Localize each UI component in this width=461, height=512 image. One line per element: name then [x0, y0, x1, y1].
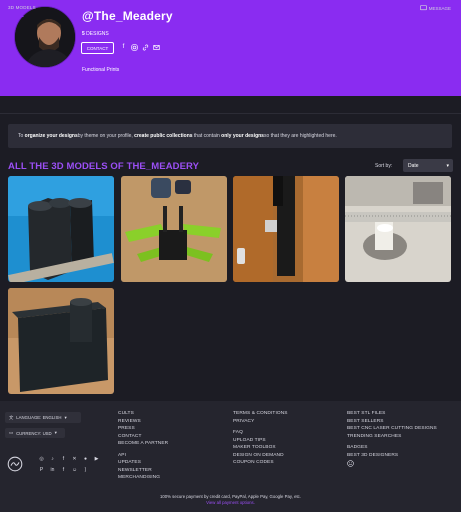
sort-value: Date [408, 162, 419, 169]
footer-link[interactable]: PRESS [118, 425, 168, 433]
youtube-icon[interactable]: ▶ [93, 455, 100, 462]
chevron-down-icon: ▾ [54, 430, 57, 435]
link-icon[interactable] [142, 44, 149, 51]
footer-link[interactable]: BEST CNC LASER CUTTING DESIGNS [347, 425, 437, 433]
rss-icon[interactable]: ) [82, 466, 89, 473]
footer-col-3: BEST STL FILES BEST SELLERS BEST CNC LAS… [347, 410, 437, 471]
footer-social-row-2: P in f ☺ ) [38, 466, 89, 473]
email-icon[interactable] [153, 44, 160, 51]
model-image-1 [8, 176, 114, 282]
facebook-icon[interactable]: f [120, 44, 127, 51]
footer-link[interactable]: API [118, 452, 168, 460]
cults-logo-icon[interactable] [7, 456, 23, 472]
discord-icon[interactable]: ☺ [71, 466, 78, 473]
banner-link-organize[interactable]: organize your designs [25, 133, 78, 139]
footer-col-2: TERMS & CONDITIONS PRIVACY FAQ UPLOAD TI… [233, 410, 288, 467]
x-twitter-icon[interactable]: ✕ [71, 455, 78, 462]
language-selector[interactable]: 文 LANGUAGE: ENGLISH ▾ [5, 412, 81, 423]
footer-link[interactable]: COUPON CODES [233, 459, 288, 467]
footer-link[interactable]: PRIVACY [233, 418, 288, 426]
chevron-down-icon: ▾ [446, 162, 449, 169]
footer-link[interactable]: BECOME A PARTNER [118, 440, 168, 448]
footer-link[interactable]: TRENDING SEARCHES [347, 433, 437, 441]
instagram-icon[interactable]: ◎ [38, 455, 45, 462]
model-card-4[interactable] [345, 176, 451, 282]
footer-link[interactable]: BEST STL FILES [347, 410, 437, 418]
footer-col-1: CULTS REVIEWS PRESS CONTACT BECOME A PAR… [118, 410, 168, 482]
tiktok-icon[interactable]: ♪ [49, 455, 56, 462]
footer-link[interactable]: MERCHANDISING [118, 474, 168, 482]
profile-bio: Functional Prints [82, 67, 120, 73]
message-label: MESSAGE [428, 6, 451, 11]
reddit-icon[interactable]: ● [82, 455, 89, 462]
footer-link[interactable]: BADGES [347, 444, 437, 452]
footer-social-row-1: ◎ ♪ f ✕ ● ▶ [38, 455, 100, 462]
facebook-icon[interactable]: f [60, 455, 67, 462]
model-image-2 [121, 176, 227, 282]
tab-active-indicator [18, 14, 24, 17]
models-section-title: ALL THE 3D MODELS OF THE_MEADERY [8, 161, 200, 172]
banner-link-collections[interactable]: create public collections [134, 133, 192, 139]
model-card-1[interactable] [8, 176, 114, 282]
payment-note: 100% secure payment by credit card, PayP… [160, 494, 301, 499]
footer-link[interactable]: TERMS & CONDITIONS [233, 410, 288, 418]
translate-icon: 文 [9, 414, 14, 420]
username: @The_Meadery [82, 9, 173, 23]
profile-tabbar [0, 96, 461, 114]
footer-link[interactable]: DESIGN ON DEMAND [233, 452, 288, 460]
model-card-2[interactable] [121, 176, 227, 282]
avatar-photo [15, 7, 75, 67]
cash-icon: ▭ [9, 430, 14, 435]
social-links: f [120, 44, 160, 51]
instagram-icon[interactable] [131, 44, 138, 51]
contact-button[interactable]: CONTACT [81, 42, 114, 54]
footer-link[interactable]: BEST SELLERS [347, 418, 437, 426]
footer-link[interactable]: REVIEWS [118, 418, 168, 426]
footer-link[interactable]: CONTACT [118, 433, 168, 441]
model-card-3[interactable] [233, 176, 339, 282]
footer-link[interactable]: MAKER TOOLBOX [233, 444, 288, 452]
sort-label: Sort by: [375, 163, 393, 169]
linkedin-icon[interactable]: in [49, 466, 56, 473]
footer-link[interactable]: NEWSLETTER [118, 467, 168, 475]
facebook-icon-2[interactable]: f [60, 466, 67, 473]
sort-select[interactable]: Date ▾ [403, 159, 453, 172]
footer-link[interactable]: UPDATES [118, 459, 168, 467]
chat-icon [419, 5, 427, 12]
model-image-5 [8, 288, 114, 394]
footer-link[interactable]: FAQ [233, 429, 288, 437]
smiley-icon[interactable] [347, 460, 437, 471]
model-image-3 [233, 176, 339, 282]
message-button[interactable]: MESSAGE [419, 5, 451, 12]
footer-link[interactable]: BEST 3D DESIGNERS [347, 452, 437, 460]
designs-count[interactable]: 5 DESIGNS [82, 31, 109, 37]
model-card-5[interactable] [8, 288, 114, 394]
currency-selector[interactable]: ▭ CURRENCY: USD ▾ [5, 428, 65, 438]
chevron-down-icon: ▾ [64, 414, 67, 420]
payment-options-link[interactable]: View all payment options. [0, 500, 461, 505]
tab-3d-models[interactable]: 3D MODELS [8, 5, 36, 10]
collections-info-banner: To organize your designs by theme on you… [8, 124, 452, 148]
pinterest-icon[interactable]: P [38, 466, 45, 473]
model-image-4 [345, 176, 451, 282]
footer-link[interactable]: CULTS [118, 410, 168, 418]
footer-link[interactable]: UPLOAD TIPS [233, 437, 288, 445]
